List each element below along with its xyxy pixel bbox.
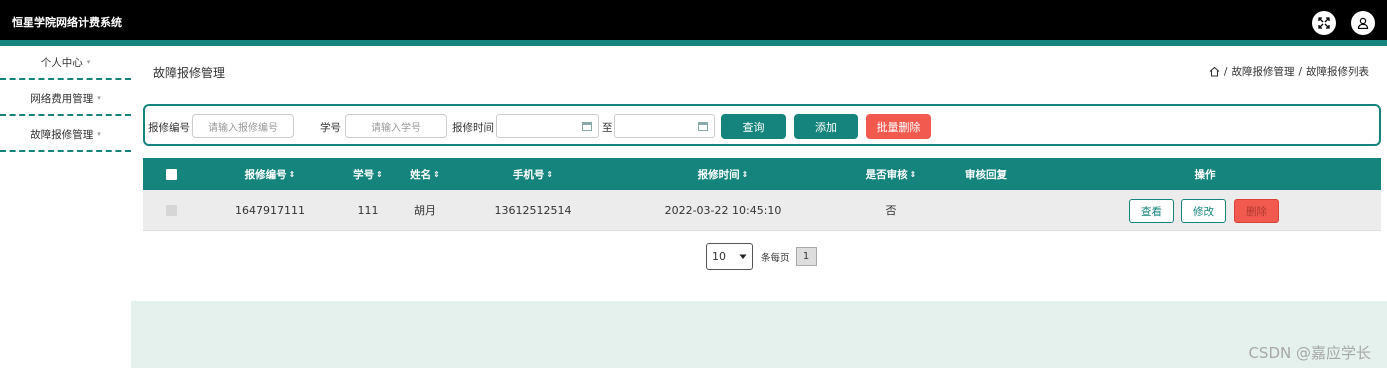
column-header-reply: 审核回复	[965, 168, 1007, 181]
student-no-input[interactable]: 请输入学号	[345, 114, 447, 138]
sort-icon: ⇕	[433, 169, 440, 179]
sidebar: 个人中心 ▾ 网络费用管理 ▾ 故障报修管理 ▾	[0, 46, 131, 368]
repair-table: 报修编号 ⇕ 学号 ⇕ 姓名 ⇕ 手机号 ⇕ 报修时间 ⇕ 是否审核 ⇕ 审核回复 操作	[143, 158, 1381, 231]
sidebar-item-label: 个人中心	[40, 56, 83, 69]
watermark: CSDN @嘉应学长	[1248, 344, 1371, 362]
end-date-input[interactable]	[614, 114, 715, 138]
sort-icon: ⇕	[288, 169, 296, 179]
pagination: 10 条每页 1	[706, 243, 817, 270]
home-icon[interactable]	[1209, 66, 1220, 77]
breadcrumb-separator: /	[1298, 65, 1302, 78]
start-date-input[interactable]	[496, 114, 599, 138]
column-header-repair-no[interactable]: 报修编号 ⇕	[235, 158, 305, 190]
row-checkbox[interactable]	[161, 190, 181, 230]
calendar-icon[interactable]	[698, 122, 708, 131]
column-header-phone[interactable]: 手机号 ⇕	[503, 158, 563, 190]
sidebar-item-label: 网络费用管理	[30, 92, 94, 105]
app-title: 恒星学院网络计费系统	[12, 16, 122, 29]
repair-no-input[interactable]: 请输入报修编号	[192, 114, 294, 138]
cell-reviewed: 否	[885, 204, 897, 217]
delete-button[interactable]: 删除	[1234, 199, 1279, 223]
sidebar-item-fault-repair[interactable]: 故障报修管理 ▾	[0, 118, 131, 152]
batch-delete-button[interactable]: 批量删除	[866, 114, 931, 139]
sidebar-item-label: 故障报修管理	[30, 128, 94, 141]
table-header: 报修编号 ⇕ 学号 ⇕ 姓名 ⇕ 手机号 ⇕ 报修时间 ⇕ 是否审核 ⇕ 审核回复 操作	[143, 158, 1381, 190]
cell-repair-no: 1647917111	[235, 203, 305, 217]
sort-icon: ⇕	[741, 169, 749, 179]
repair-no-label: 报修编号	[148, 122, 190, 134]
cell-time: 2022-03-22 10:45:10	[664, 203, 782, 217]
page-size-select[interactable]: 10	[706, 243, 753, 270]
select-all-checkbox[interactable]	[161, 158, 181, 190]
chevron-down-icon	[739, 254, 747, 259]
breadcrumb-item-repair-list: 故障报修列表	[1306, 66, 1369, 78]
chevron-down-icon: ▾	[97, 130, 101, 138]
table-row: 1647917111 111 胡月 13612512514 2022-03-22…	[143, 190, 1381, 231]
column-header-name[interactable]: 姓名 ⇕	[405, 158, 445, 190]
breadcrumb-separator: /	[1223, 65, 1228, 78]
sort-icon: ⇕	[909, 169, 917, 179]
cell-student-no: 111	[357, 203, 379, 217]
edit-button[interactable]: 修改	[1181, 199, 1226, 223]
student-no-label: 学号	[320, 122, 341, 134]
search-panel: 报修编号 请输入报修编号 学号 请输入学号 报修时间 至 查询 添加 批量删除	[143, 104, 1381, 146]
cell-phone: 13612512514	[494, 203, 572, 217]
add-button[interactable]: 添加	[794, 114, 858, 139]
sort-icon: ⇕	[546, 169, 554, 179]
sidebar-item-network-fees[interactable]: 网络费用管理 ▾	[0, 82, 131, 116]
chevron-down-icon: ▾	[86, 58, 91, 66]
per-page-label: 条每页	[761, 252, 790, 264]
user-icon	[1357, 17, 1369, 29]
cell-reply	[956, 190, 1016, 230]
sort-icon: ⇕	[376, 169, 383, 179]
fullscreen-button[interactable]	[1312, 11, 1336, 35]
fullscreen-icon	[1318, 17, 1330, 29]
column-header-reviewed[interactable]: 是否审核 ⇕	[858, 158, 924, 190]
query-button[interactable]: 查询	[721, 114, 786, 139]
breadcrumb: / 故障报修管理 / 故障报修列表	[1209, 64, 1369, 79]
page-title: 故障报修管理	[153, 66, 226, 80]
to-label: 至	[602, 122, 613, 134]
chevron-down-icon: ▾	[97, 94, 101, 102]
page-button-1[interactable]: 1	[795, 247, 817, 266]
calendar-icon[interactable]	[582, 122, 592, 131]
column-header-actions: 操作	[1194, 168, 1216, 181]
sidebar-item-personal-center[interactable]: 个人中心 ▾	[0, 46, 131, 80]
cell-name: 胡月	[414, 204, 436, 217]
breadcrumb-item-fault-repair[interactable]: 故障报修管理	[1231, 64, 1294, 79]
repair-time-label: 报修时间	[452, 122, 494, 134]
top-bar: 恒星学院网络计费系统	[0, 0, 1387, 40]
view-button[interactable]: 查看	[1129, 199, 1174, 223]
footer-band	[131, 301, 1387, 368]
column-header-student-no[interactable]: 学号 ⇕	[348, 158, 388, 190]
user-menu-button[interactable]	[1351, 11, 1375, 35]
column-header-time[interactable]: 报修时间 ⇕	[688, 158, 758, 190]
